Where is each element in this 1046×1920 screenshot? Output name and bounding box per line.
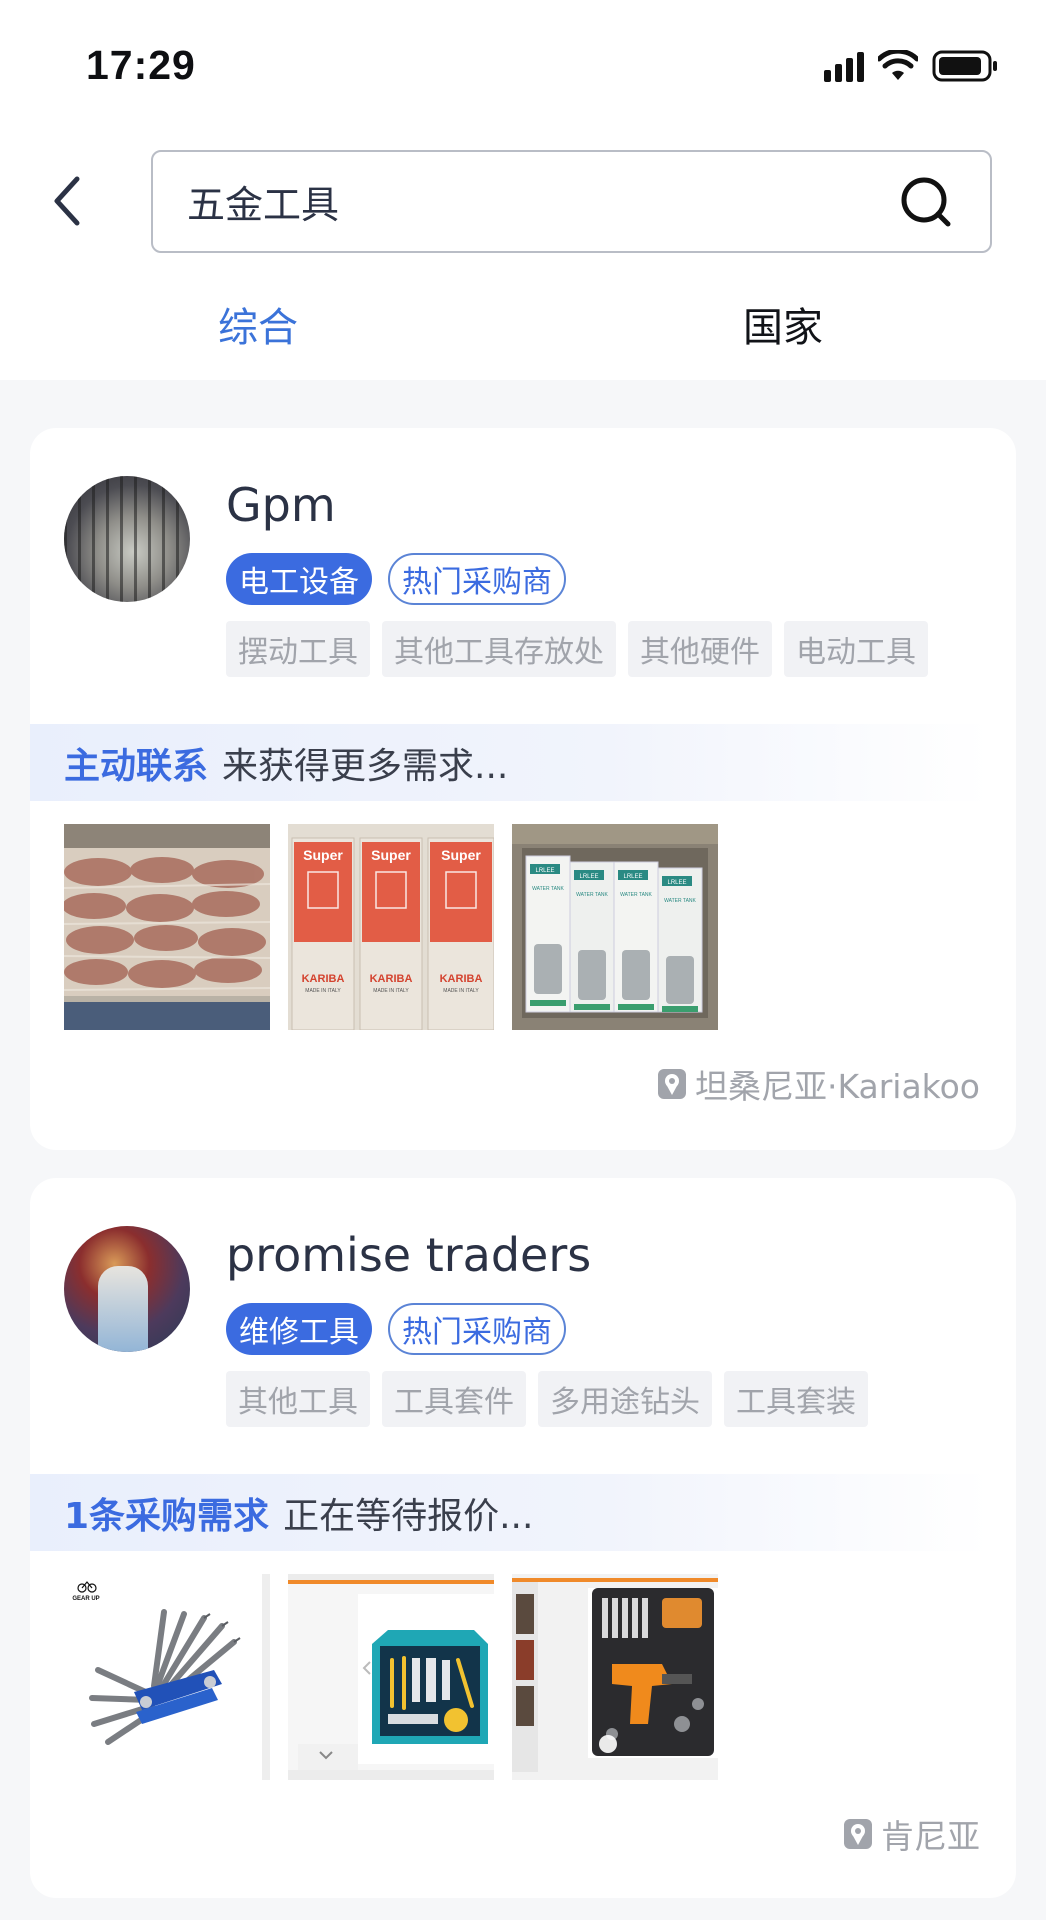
product-thumbnail[interactable]: Super Super Super KARIBA KARIBA KARIBA M… [288, 824, 494, 1030]
box-brand-label: LRLEE [623, 874, 642, 880]
product-thumbnail[interactable] [64, 824, 270, 1030]
promo-text: 正在等待报价... [283, 1495, 534, 1537]
box-maker-label: KARIBA [440, 973, 483, 985]
buyer-name[interactable]: Gpm [226, 478, 336, 532]
product-tag: 电动工具 [784, 621, 928, 677]
location: 肯尼亚 [843, 1810, 980, 1858]
box-brand-label: LRLEE [535, 868, 554, 874]
category-tag: 电工设备 [226, 553, 372, 605]
brand-label: GEAR UP [72, 1596, 99, 1602]
product-tag: 工具套装 [724, 1371, 868, 1427]
search-input[interactable] [187, 179, 887, 224]
product-thumbnail[interactable] [288, 1574, 494, 1780]
contact-promo-strip[interactable]: 主动联系 来获得更多需求... [30, 724, 990, 801]
box-brand-label: Super [371, 847, 411, 863]
request-count-link[interactable]: 1条采购需求 [64, 1487, 269, 1539]
purchase-request-strip[interactable]: 1条采购需求 正在等待报价... [30, 1474, 990, 1551]
avatar[interactable] [64, 476, 190, 602]
status-time: 17:29 [86, 42, 196, 88]
tab-country[interactable]: 国家 [743, 295, 823, 353]
hot-buyer-badge: 热门采购商 [388, 1303, 566, 1355]
location: 坦桑尼亚·Kariakoo [657, 1060, 980, 1108]
product-tag: 工具套件 [382, 1371, 526, 1427]
status-icons [824, 46, 998, 86]
sacks-image [64, 824, 270, 1030]
box-brand-label: LRLEE [579, 874, 598, 880]
cistern-boxes-image: Super Super Super KARIBA KARIBA KARIBA M… [288, 824, 494, 1030]
search-icon[interactable] [900, 176, 952, 228]
box-product-label: WATER TANK [576, 892, 608, 898]
top-header: 17:29 综合 国家 [0, 0, 1046, 380]
product-tags: 摆动工具 其他工具存放处 其他硬件 电动工具 [226, 621, 928, 677]
chevron-left-icon [54, 176, 80, 226]
box-product-label: WATER TANK [664, 898, 696, 904]
battery-icon [932, 50, 997, 82]
box-origin-label: MADE IN ITALY [305, 988, 341, 994]
location-pin-icon [844, 1819, 872, 1849]
result-card-gpm[interactable]: Gpm 电工设备 热门采购商 摆动工具 其他工具存放处 其他硬件 电动工具 主动… [30, 428, 1016, 1150]
wifi-icon [878, 50, 918, 80]
product-thumbnail[interactable] [512, 1574, 718, 1780]
product-tag: 摆动工具 [226, 621, 370, 677]
box-origin-label: MADE IN ITALY [443, 988, 479, 994]
promo-text: 来获得更多需求... [222, 745, 509, 787]
product-tags: 其他工具 工具套件 多用途钻头 工具套装 [226, 1371, 868, 1427]
box-brand-label: Super [441, 847, 481, 863]
tool-kit-case-image [288, 1574, 494, 1780]
box-product-label: WATER TANK [620, 892, 652, 898]
product-thumbnail[interactable]: GEAR UP [64, 1574, 270, 1780]
box-maker-label: KARIBA [370, 973, 413, 985]
location-pin-icon [657, 1069, 686, 1099]
hot-buyer-badge: 热门采购商 [388, 553, 566, 605]
box-origin-label: MADE IN ITALY [373, 988, 409, 994]
product-thumbnail[interactable]: LRLEE LRLEE LRLEE LRLEE WATER TANK WATER… [512, 824, 718, 1030]
tab-general[interactable]: 综合 [218, 295, 298, 353]
drill-kit-image [512, 1574, 718, 1780]
water-tank-boxes-image: LRLEE LRLEE LRLEE LRLEE WATER TANK WATER… [512, 824, 718, 1030]
signal-icon [824, 50, 864, 82]
primary-tags: 维修工具 热门采购商 [226, 1303, 566, 1355]
product-thumbnails: GEAR UP [64, 1574, 718, 1780]
search-box[interactable] [151, 150, 992, 253]
location-text: 肯尼亚 [881, 1817, 980, 1856]
product-tag: 多用途钻头 [538, 1371, 712, 1427]
box-brand-label: LRLEE [667, 880, 686, 886]
box-maker-label: KARIBA [302, 973, 345, 985]
location-text: 坦桑尼亚·Kariakoo [694, 1067, 980, 1106]
box-brand-label: Super [303, 847, 343, 863]
product-thumbnails: Super Super Super KARIBA KARIBA KARIBA M… [64, 824, 718, 1030]
buyer-name[interactable]: promise traders [226, 1228, 591, 1282]
product-tag: 其他工具存放处 [382, 621, 616, 677]
product-tag: 其他工具 [226, 1371, 370, 1427]
primary-tags: 电工设备 热门采购商 [226, 553, 566, 605]
product-tag: 其他硬件 [628, 621, 772, 677]
back-button[interactable] [36, 165, 96, 237]
category-tag: 维修工具 [226, 1303, 372, 1355]
avatar[interactable] [64, 1226, 190, 1352]
result-card-promise-traders[interactable]: promise traders 维修工具 热门采购商 其他工具 工具套件 多用途… [30, 1178, 1016, 1898]
contact-link[interactable]: 主动联系 [64, 737, 208, 789]
box-product-label: WATER TANK [532, 886, 564, 892]
multi-tool-image: GEAR UP [64, 1574, 270, 1780]
